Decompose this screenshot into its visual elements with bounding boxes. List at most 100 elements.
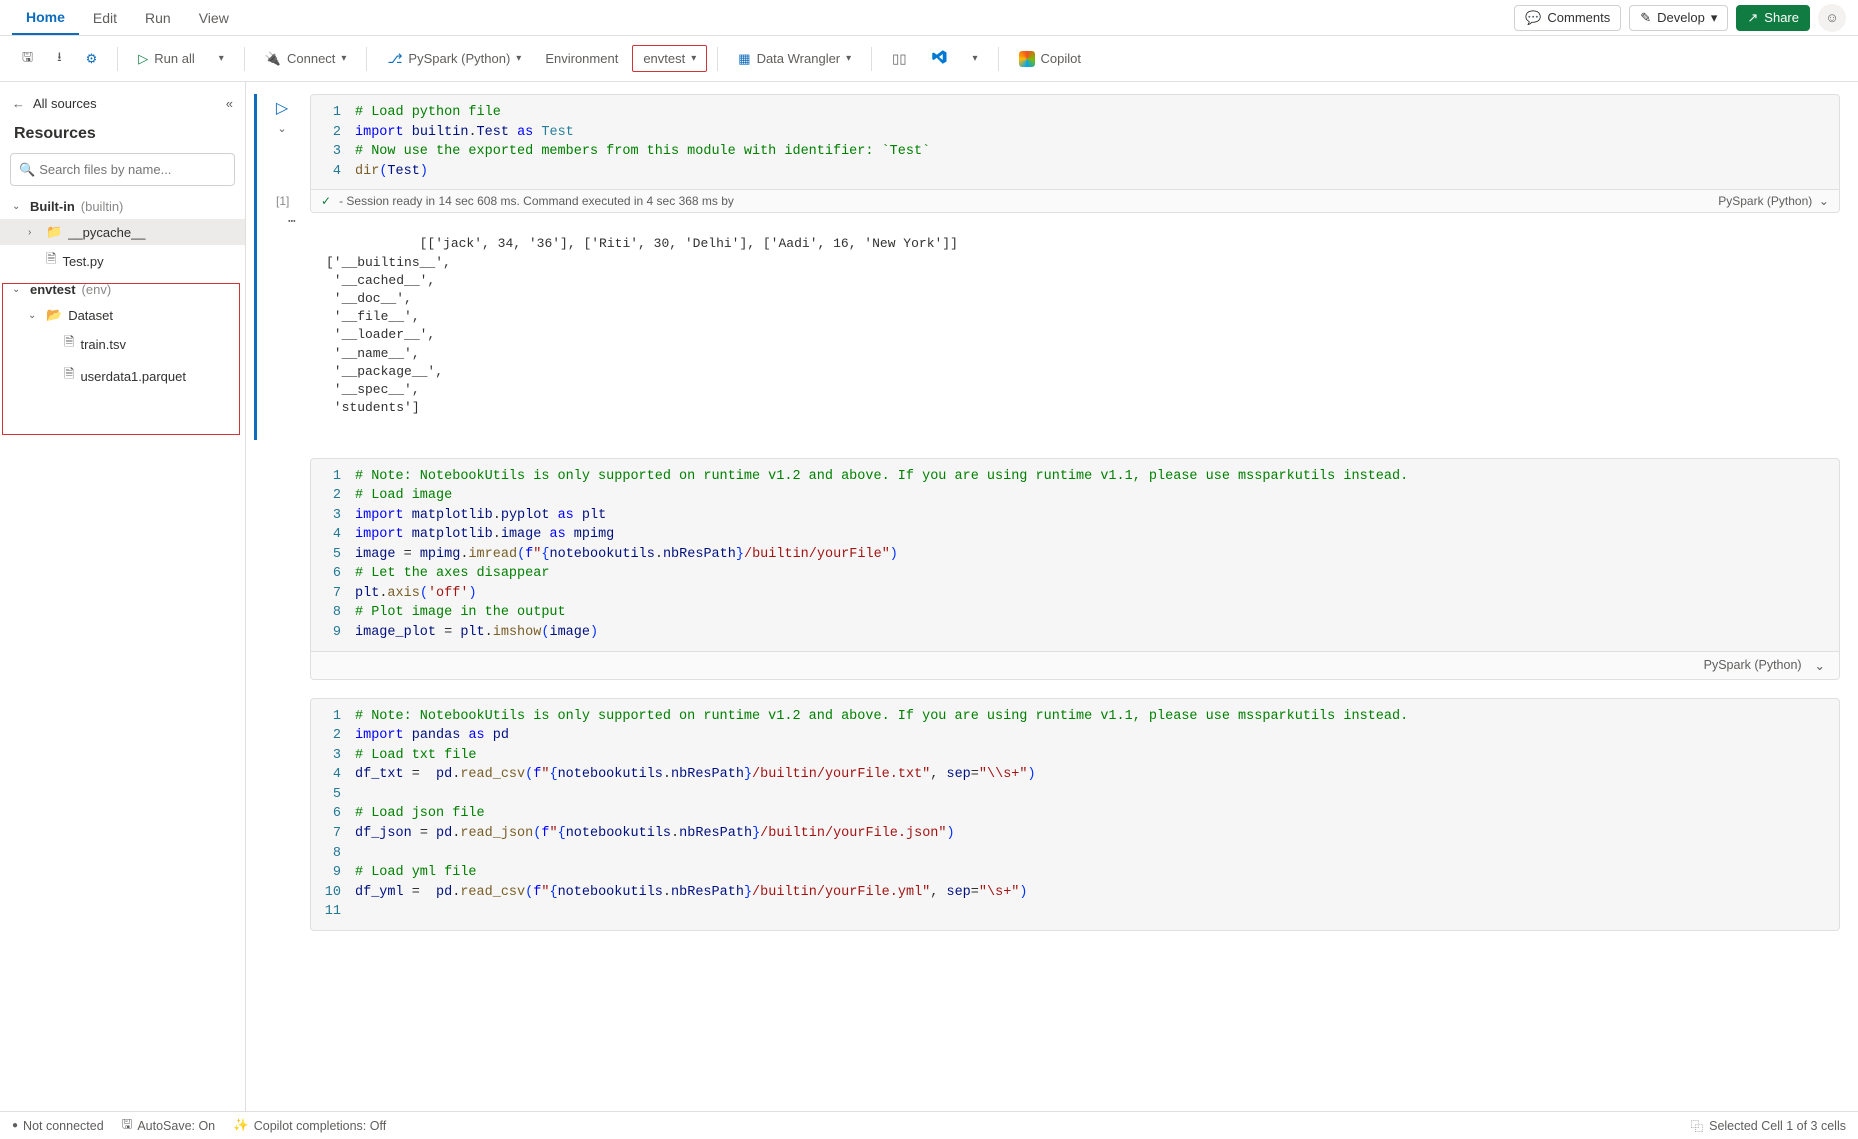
code-editor[interactable]: 1# Note: NotebookUtils is only supported… (310, 698, 1840, 931)
tree-train[interactable]: 🗎 train.tsv (0, 328, 245, 360)
share-label: Share (1764, 10, 1799, 25)
environment-selector[interactable]: envtest ▾ (632, 45, 707, 72)
run-all-menu[interactable]: ▾ (209, 47, 234, 70)
folder-open-icon: 📂 (46, 307, 62, 323)
vscode-menu[interactable]: ▾ (962, 47, 987, 70)
statusbar: ● Not connected 🖫 AutoSave: On ✨ Copilot… (0, 1111, 1858, 1139)
copilot-icon (1019, 51, 1035, 67)
selection-label: Selected Cell 1 of 3 cells (1709, 1119, 1846, 1133)
search-box[interactable]: 🔍 (10, 153, 235, 186)
envtest-label: envtest (643, 51, 685, 66)
file-icon: 🗎 (64, 333, 74, 355)
cell-output: ⋯[['jack', 34, '36'], ['Riti', 30, 'Delh… (310, 213, 958, 439)
sidebar: ← All sources « Resources 🔍 ⌄ Built-in (… (0, 82, 246, 1111)
code-editor[interactable]: 1# Load python file 2import builtin.Test… (310, 94, 1840, 213)
table-icon: ▦ (738, 51, 750, 67)
code-cell-3: 1# Note: NotebookUtils is only supported… (254, 698, 1840, 931)
save-button[interactable]: 🖫 (12, 42, 43, 76)
vscode-button[interactable] (920, 42, 958, 75)
sidebar-title: Resources (0, 117, 245, 153)
comments-label: Comments (1547, 10, 1610, 25)
code-editor[interactable]: 1# Note: NotebookUtils is only supported… (310, 458, 1840, 680)
connect-button[interactable]: 🔌 Connect ▾ (255, 45, 357, 73)
plug-icon: 🔌 (265, 51, 281, 67)
cell-status-bar: [1] ✓ - Session ready in 14 sec 608 ms. … (311, 189, 1839, 212)
autosave-status[interactable]: 🖫 AutoSave: On (122, 1115, 215, 1136)
chevron-right-icon: › (28, 227, 40, 238)
copilot-icon: ✨ (233, 1118, 249, 1133)
copilot-button[interactable]: Copilot (1009, 45, 1091, 73)
tree-builtin[interactable]: ⌄ Built-in (builtin) (0, 194, 245, 219)
chevron-down-icon: ⌄ (12, 201, 24, 212)
code-cell-2: 1# Note: NotebookUtils is only supported… (254, 458, 1840, 680)
comments-button[interactable]: 💬 Comments (1514, 5, 1621, 31)
circle-icon: ● (12, 1120, 18, 1131)
file-icon: 🗎 (46, 250, 56, 272)
layout-button[interactable]: ▯▯ (882, 45, 916, 73)
connect-label: Connect (287, 51, 335, 66)
language-selector[interactable]: ⎇ PySpark (Python) ▾ (377, 45, 531, 73)
run-cell-menu[interactable]: ⌄ (277, 122, 286, 135)
file-icon: 🗎 (64, 365, 74, 387)
cell-lang[interactable]: PySpark (Python) ⌄ (1704, 658, 1825, 673)
avatar[interactable]: ☺ (1818, 4, 1846, 32)
output-menu[interactable]: ⋯ (288, 213, 296, 231)
cell-lang-footer: PySpark (Python) ⌄ (311, 651, 1839, 679)
dataset-label: Dataset (68, 308, 113, 323)
cell-lang[interactable]: PySpark (Python) ⌄ (1718, 194, 1829, 208)
back-label[interactable]: All sources (33, 96, 97, 111)
tree-envtest[interactable]: ⌄ envtest (env) (0, 277, 245, 302)
search-input[interactable] (35, 158, 226, 181)
save-icon: 🖫 (22, 48, 33, 70)
builtin-hint: (builtin) (81, 199, 124, 214)
pycache-label: __pycache__ (68, 225, 145, 240)
connection-label: Not connected (23, 1119, 104, 1133)
tab-view[interactable]: View (185, 2, 243, 34)
chevron-down-icon: ⌄ (12, 284, 24, 295)
tree-pycache[interactable]: › 📁 __pycache__ (0, 219, 245, 245)
gear-icon: ⚙ (86, 51, 98, 67)
tab-run[interactable]: Run (131, 2, 185, 34)
play-icon: ▷ (138, 51, 148, 67)
status-text: - Session ready in 14 sec 608 ms. Comman… (339, 194, 734, 208)
download-icon: ⭳ (57, 48, 62, 70)
chevron-down-icon: ▾ (219, 53, 224, 64)
search-icon: 🔍 (19, 162, 35, 178)
run-all-label: Run all (154, 51, 194, 66)
selection-icon: ⿻ (1691, 1116, 1704, 1135)
resource-tree: ⌄ Built-in (builtin) › 📁 __pycache__ 🗎 T… (0, 194, 245, 1103)
tab-home[interactable]: Home (12, 1, 79, 35)
train-label: train.tsv (80, 337, 126, 352)
download-button[interactable]: ⭳ (47, 42, 72, 76)
builtin-label: Built-in (30, 199, 75, 214)
language-label: PySpark (Python) (408, 51, 510, 66)
comment-icon: 💬 (1525, 10, 1541, 26)
settings-button[interactable]: ⚙ (76, 45, 108, 73)
autosave-label: AutoSave: On (137, 1119, 215, 1133)
run-all-button[interactable]: ▷ Run all (128, 45, 204, 73)
back-button[interactable]: ← (12, 96, 25, 111)
copilot-status[interactable]: ✨ Copilot completions: Off (233, 1118, 386, 1133)
save-icon: 🖫 (122, 1115, 133, 1136)
chevron-down-icon: ▾ (1711, 10, 1718, 26)
chevron-down-icon: ▾ (341, 53, 346, 64)
connection-status[interactable]: ● Not connected (12, 1119, 104, 1133)
toolbar: 🖫 ⭳ ⚙ ▷ Run all ▾ 🔌 Connect ▾ ⎇ PySpark … (0, 36, 1858, 82)
tree-testpy[interactable]: 🗎 Test.py (0, 245, 245, 277)
share-button[interactable]: ↗ Share (1736, 5, 1810, 31)
data-wrangler-label: Data Wrangler (757, 51, 841, 66)
collapse-sidebar-button[interactable]: « (226, 96, 233, 111)
run-cell-button[interactable]: ▷ (276, 98, 288, 118)
output-text: [['jack', 34, '36'], ['Riti', 30, 'Delhi… (326, 236, 958, 415)
tab-edit[interactable]: Edit (79, 2, 131, 34)
envtest-label: envtest (30, 282, 76, 297)
language-icon: ⎇ (387, 51, 402, 67)
tree-userdata[interactable]: 🗎 userdata1.parquet (0, 360, 245, 392)
data-wrangler-button[interactable]: ▦ Data Wrangler ▾ (728, 45, 861, 73)
vscode-icon (930, 48, 948, 69)
environment-text: Environment (545, 51, 618, 66)
tree-dataset[interactable]: ⌄ 📂 Dataset (0, 302, 245, 328)
ribbon-tabs: Home Edit Run View 💬 Comments ✎ Develop … (0, 0, 1858, 36)
copilot-label: Copilot (1041, 51, 1081, 66)
develop-button[interactable]: ✎ Develop ▾ (1629, 5, 1728, 31)
